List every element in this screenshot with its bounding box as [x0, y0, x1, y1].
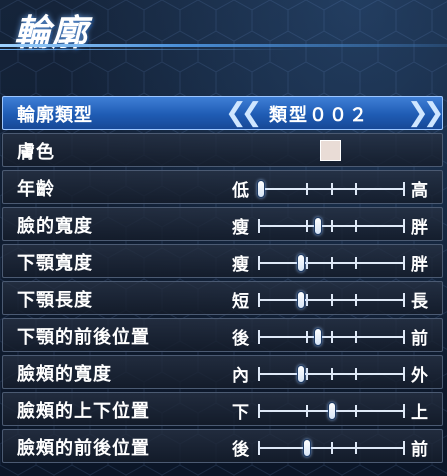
slider-handle[interactable]: [327, 402, 336, 420]
slider-tick: [355, 220, 358, 232]
outline-type-label: 輪廓類型: [17, 105, 93, 126]
slider-track[interactable]: [258, 439, 405, 457]
slider-label: 下顎長度: [17, 290, 93, 311]
skin-color-swatch[interactable]: [320, 140, 341, 161]
slider-label: 下顎的前後位置: [17, 327, 150, 348]
slider-min-label: 瘦: [232, 218, 249, 238]
slider-tick: [305, 405, 308, 417]
slider-tick: [305, 331, 308, 343]
slider-track[interactable]: [258, 254, 405, 272]
slider-track-end-cap: [403, 330, 405, 344]
slider-track[interactable]: [258, 217, 405, 235]
slider-track-end-cap: [403, 404, 405, 418]
slider-label: 臉頰的上下位置: [17, 401, 150, 422]
slider-track[interactable]: [258, 291, 405, 309]
skin-color-label: 膚色: [17, 142, 55, 163]
slider-tick: [330, 220, 333, 232]
slider-track-start-cap: [258, 219, 260, 233]
slider-track-start-cap: [258, 404, 260, 418]
slider-handle[interactable]: [314, 328, 323, 346]
slider-min-label: 低: [232, 181, 249, 201]
slider-track-start-cap: [258, 256, 260, 270]
slider-row[interactable]: 下顎寬度 瘦 胖: [2, 244, 443, 278]
slider-tick: [330, 368, 333, 380]
slider-tick: [355, 183, 358, 195]
slider-row[interactable]: 年齡 低 高: [2, 170, 443, 204]
slider-max-label: 前: [411, 440, 428, 460]
slider-tick: [355, 368, 358, 380]
slider-min-label: 後: [232, 329, 249, 349]
slider-row[interactable]: 臉頰的寬度 內 外: [2, 355, 443, 389]
slider-tick: [330, 442, 333, 454]
slider-track-start-cap: [258, 367, 260, 381]
slider-row[interactable]: 臉頰的上下位置 下 上: [2, 392, 443, 426]
skin-color-row[interactable]: 膚色: [2, 133, 443, 167]
slider-handle[interactable]: [296, 254, 305, 272]
slider-track[interactable]: [258, 365, 405, 383]
slider-track-start-cap: [258, 330, 260, 344]
slider-min-label: 短: [232, 292, 249, 312]
slider-tick: [305, 294, 308, 306]
slider-track-end-cap: [403, 182, 405, 196]
slider-tick: [355, 405, 358, 417]
slider-tick: [330, 183, 333, 195]
slider-track-start-cap: [258, 441, 260, 455]
outline-type-value: 類型００２: [269, 105, 369, 126]
slider-max-label: 胖: [411, 255, 428, 275]
double-chevron-left-icon[interactable]: ❮❮: [225, 98, 262, 128]
slider-tick: [355, 331, 358, 343]
slider-label: 年齡: [17, 179, 55, 200]
slider-max-label: 前: [411, 329, 428, 349]
screen-header: 輪廓: [0, 0, 447, 62]
slider-track-end-cap: [403, 367, 405, 381]
slider-row[interactable]: 下顎長度 短 長: [2, 281, 443, 315]
slider-tick: [305, 220, 308, 232]
slider-max-label: 長: [411, 292, 428, 312]
slider-tick: [355, 442, 358, 454]
slider-row[interactable]: 臉的寬度 瘦 胖: [2, 207, 443, 241]
slider-max-label: 上: [411, 403, 428, 423]
outline-options-list: 輪廓類型 ❮❮ 類型００２ ❯❯ 膚色 年齡低高臉的寬度瘦胖下顎寬度瘦胖下顎長度…: [2, 96, 444, 466]
slider-track[interactable]: [258, 402, 405, 420]
slider-label: 下顎寬度: [17, 253, 93, 274]
slider-tick: [355, 294, 358, 306]
slider-track[interactable]: [256, 180, 405, 198]
slider-tick: [330, 331, 333, 343]
slider-min-label: 後: [232, 440, 249, 460]
slider-track-end-cap: [403, 441, 405, 455]
slider-min-label: 瘦: [232, 255, 249, 275]
slider-tick: [355, 257, 358, 269]
slider-label: 臉的寬度: [17, 216, 93, 237]
slider-track-end-cap: [403, 219, 405, 233]
slider-handle[interactable]: [296, 365, 305, 383]
header-divider-thin: [0, 49, 300, 50]
slider-track-end-cap: [403, 256, 405, 270]
slider-label: 臉頰的前後位置: [17, 438, 150, 459]
slider-track-end-cap: [403, 293, 405, 307]
slider-tick: [330, 294, 333, 306]
slider-track[interactable]: [258, 328, 405, 346]
slider-track-start-cap: [258, 293, 260, 307]
slider-max-label: 高: [411, 181, 428, 201]
slider-tick: [305, 257, 308, 269]
outline-type-row[interactable]: 輪廓類型 ❮❮ 類型００２ ❯❯: [2, 96, 444, 130]
slider-handle[interactable]: [256, 180, 265, 198]
double-chevron-right-icon[interactable]: ❯❯: [407, 98, 444, 128]
slider-row[interactable]: 臉頰的前後位置 後 前: [2, 429, 443, 463]
slider-handle[interactable]: [296, 291, 305, 309]
slider-tick: [305, 183, 308, 195]
slider-handle[interactable]: [314, 217, 323, 235]
slider-max-label: 胖: [411, 218, 428, 238]
slider-handle[interactable]: [302, 439, 311, 457]
header-divider: [0, 44, 447, 47]
slider-row[interactable]: 下顎的前後位置 後 前: [2, 318, 443, 352]
slider-label: 臉頰的寬度: [17, 364, 112, 385]
slider-min-label: 下: [232, 403, 249, 423]
slider-tick: [330, 257, 333, 269]
slider-max-label: 外: [411, 366, 428, 386]
slider-tick: [305, 368, 308, 380]
slider-min-label: 內: [232, 366, 249, 386]
